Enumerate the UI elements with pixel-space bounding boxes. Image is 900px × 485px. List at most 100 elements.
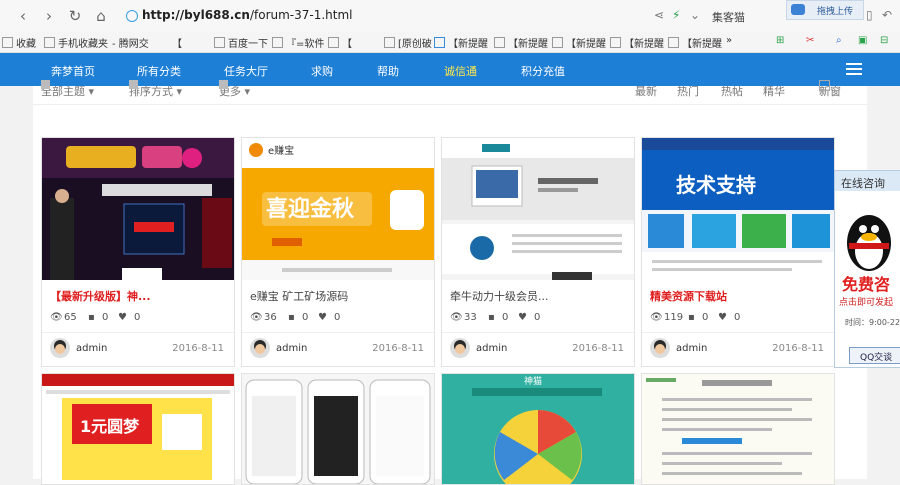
- home-icon[interactable]: ⌂: [92, 7, 110, 25]
- author-name[interactable]: admin: [76, 343, 107, 354]
- views-count: 33: [464, 312, 477, 323]
- nav-points-recharge[interactable]: 积分充值: [521, 63, 565, 79]
- filter-hot[interactable]: 热门: [677, 83, 699, 99]
- cloud-icon: [791, 4, 805, 15]
- thread-thumbnail[interactable]: 1元圆梦: [42, 374, 234, 484]
- reload-icon[interactable]: ↻: [66, 7, 84, 25]
- bookmark-item[interactable]: 百度一下: [214, 35, 268, 50]
- game-icon[interactable]: ▣: [858, 35, 867, 46]
- eye-icon: 👁: [450, 312, 463, 323]
- author-avatar[interactable]: [650, 338, 670, 358]
- thread-thumbnail[interactable]: 神猫: [442, 374, 634, 484]
- post-date: 2016-8-11: [372, 343, 424, 354]
- thread-thumbnail[interactable]: e赚宝 喜迎金秋: [242, 138, 434, 280]
- online-consult-panel: 在线咨询 免费咨 点击即可发起 时间：9:00-22 QQ交谈: [834, 170, 900, 368]
- thread-title[interactable]: 牵牛动力十级会员...: [450, 288, 549, 304]
- qq-chat-button[interactable]: QQ交谈: [849, 347, 900, 364]
- grid-icon[interactable]: ⊟: [880, 35, 888, 46]
- nav-purchase[interactable]: 求购: [311, 63, 333, 79]
- thread-thumbnail[interactable]: 技术支持: [642, 138, 834, 280]
- bookmarks-more[interactable]: »: [726, 35, 732, 46]
- comment-icon: ▪: [288, 312, 295, 323]
- service-time-text: 时间：9:00-22: [845, 318, 900, 327]
- thread-title[interactable]: 精美资源下载站: [650, 288, 727, 304]
- thread-thumbnail[interactable]: [242, 374, 434, 484]
- nav-home[interactable]: 奔梦首页: [51, 63, 95, 79]
- thread-card[interactable]: 1元圆梦: [41, 373, 235, 485]
- bookmark-item[interactable]: 【新提醒: [494, 35, 548, 50]
- author-avatar[interactable]: [250, 338, 270, 358]
- nav-chengxintong[interactable]: 诚信通: [444, 63, 477, 79]
- site-globe-icon: [126, 10, 138, 22]
- post-date: 2016-8-11: [572, 343, 624, 354]
- share-icon[interactable]: ⋖: [654, 8, 664, 22]
- address-bar[interactable]: http://byl688.cn/forum-37-1.html: [120, 5, 640, 27]
- thread-thumbnail[interactable]: [642, 374, 834, 484]
- thread-card[interactable]: 牵牛动力十级会员... 👁 33 ▪ 0 ♥ 0 admin 2016-8-11: [441, 137, 635, 367]
- bookmark-item[interactable]: 【新提醒: [668, 35, 722, 50]
- bookmark-item[interactable]: [原创破: [384, 35, 432, 50]
- new-window-checkbox[interactable]: 新窗: [819, 80, 841, 99]
- magnifier-icon[interactable]: ⌕: [836, 35, 842, 46]
- phone-icon[interactable]: ▯: [866, 8, 873, 22]
- filter-latest[interactable]: 最新: [635, 83, 657, 99]
- thread-card[interactable]: [641, 373, 835, 485]
- author-name[interactable]: admin: [476, 343, 507, 354]
- nav-categories[interactable]: 所有分类: [137, 63, 181, 79]
- thread-card[interactable]: 技术支持 精美资源下载站 👁 119 ▪ 0 ♥ 0 admin 2016-8-…: [641, 137, 835, 367]
- thread-thumbnail[interactable]: [42, 138, 234, 280]
- filter-all-threads[interactable]: 全部主题 ▾: [41, 80, 94, 99]
- filter-bar: 全部主题 ▾ 排序方式 ▾ 更多 ▾ 最新 热门 热帖 精华 新窗: [33, 80, 867, 105]
- shenmao-text: 神猫: [524, 375, 542, 387]
- qq-penguin-icon: [847, 215, 891, 271]
- author-avatar[interactable]: [450, 338, 470, 358]
- bookmark-item[interactable]: 【新提醒: [434, 35, 488, 50]
- extension-plus-icon[interactable]: ⊞: [776, 35, 784, 46]
- bookmark-item[interactable]: 『=软件: [272, 35, 324, 50]
- views-count: 36: [264, 312, 277, 323]
- comment-icon: ▪: [688, 312, 695, 323]
- thread-card[interactable]: 神猫: [441, 373, 635, 485]
- thread-card[interactable]: e赚宝 喜迎金秋 e赚宝 矿工矿场源码 👁 36 ▪ 0 ♥ 0 admin 2…: [241, 137, 435, 367]
- bookmark-item[interactable]: 【: [328, 35, 352, 50]
- scissors-icon[interactable]: ✂: [806, 35, 814, 46]
- eye-icon: 👁: [250, 312, 263, 323]
- filter-hot-posts[interactable]: 热帖: [721, 83, 743, 99]
- bookmark-item[interactable]: - 腾网交: [112, 35, 149, 50]
- dropdown-icon[interactable]: ⌄: [690, 8, 700, 22]
- ezb-banner-text: 喜迎金秋: [266, 196, 355, 222]
- upload-button[interactable]: 拖拽上传: [786, 0, 864, 20]
- search-engine-label[interactable]: 集客猫: [712, 9, 745, 25]
- views-count: 119: [664, 312, 684, 323]
- yuan-banner-text: 1元圆梦: [80, 417, 140, 436]
- thread-card[interactable]: 【最新升级版】神... 👁 65 ▪ 0 ♥ 0 admin 2016-8-11: [41, 137, 235, 367]
- back-icon[interactable]: ‹: [14, 7, 32, 25]
- bookmark-item[interactable]: 【: [172, 35, 182, 50]
- filter-digest[interactable]: 精华: [763, 83, 785, 99]
- bookmark-item[interactable]: 【新提醒: [610, 35, 664, 50]
- heart-icon: ♥: [318, 312, 327, 323]
- nav-task-hall[interactable]: 任务大厅: [224, 63, 268, 79]
- filter-more[interactable]: 更多 ▾: [219, 80, 250, 99]
- author-avatar[interactable]: [50, 338, 70, 358]
- author-name[interactable]: admin: [276, 343, 307, 354]
- views-count: 65: [64, 312, 77, 323]
- flash-icon[interactable]: ⚡: [672, 8, 680, 22]
- thread-thumbnail[interactable]: [442, 138, 634, 280]
- thread-card[interactable]: [241, 373, 435, 485]
- filter-sort[interactable]: 排序方式 ▾: [129, 80, 182, 99]
- bookmark-item[interactable]: 【新提醒: [552, 35, 606, 50]
- undo-icon[interactable]: ↶: [882, 8, 892, 22]
- thread-title[interactable]: 【最新升级版】神...: [50, 288, 151, 304]
- forward-icon[interactable]: ›: [40, 7, 58, 25]
- nav-help[interactable]: 帮助: [377, 63, 399, 79]
- thread-title[interactable]: e赚宝 矿工矿场源码: [250, 288, 348, 304]
- bookmark-item[interactable]: 手机收藏夹: [44, 35, 108, 50]
- bookmark-item[interactable]: 收藏: [2, 35, 36, 50]
- menu-icon[interactable]: [846, 63, 862, 75]
- post-date: 2016-8-11: [172, 343, 224, 354]
- eye-icon: 👁: [650, 312, 663, 323]
- author-name[interactable]: admin: [676, 343, 707, 354]
- free-consult-text: 免费咨: [842, 275, 891, 294]
- browser-toolbar: ‹ › ↻ ⌂ http://byl688.cn/forum-37-1.html…: [0, 0, 900, 33]
